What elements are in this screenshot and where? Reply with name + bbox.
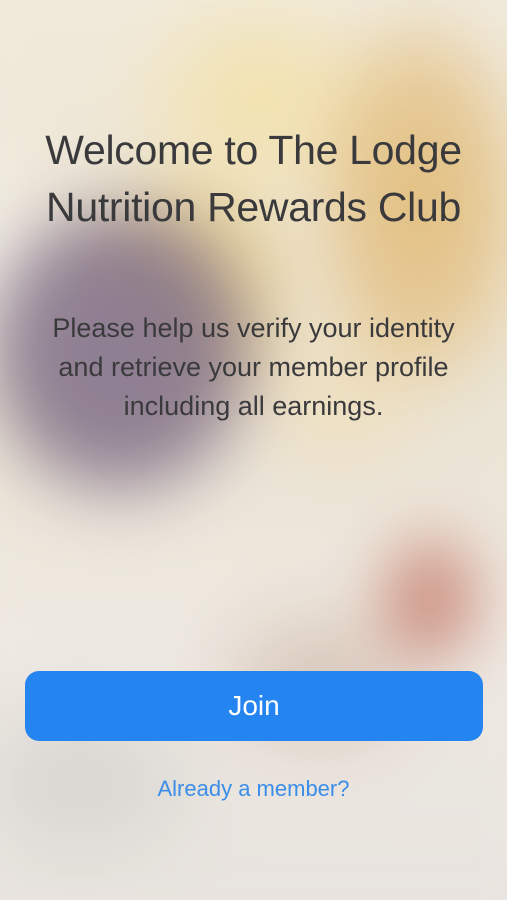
join-button[interactable]: Join bbox=[25, 671, 483, 741]
welcome-description: Please help us verify your identity and … bbox=[52, 313, 455, 421]
welcome-content: Welcome to The Lodge Nutrition Rewards C… bbox=[0, 0, 507, 900]
welcome-title: Welcome to The Lodge Nutrition Rewards C… bbox=[45, 127, 462, 230]
welcome-screen: Welcome to The Lodge Nutrition Rewards C… bbox=[0, 0, 507, 900]
already-member-link[interactable]: Already a member? bbox=[100, 774, 407, 804]
